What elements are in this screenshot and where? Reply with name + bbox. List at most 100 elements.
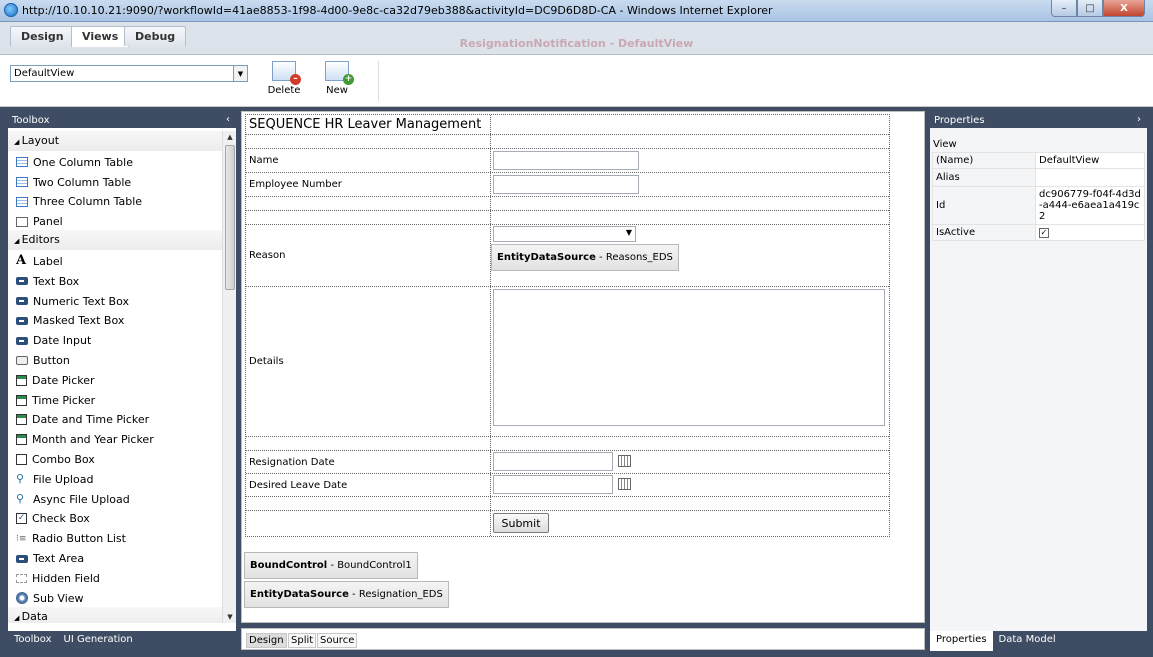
delete-label: Delete (267, 85, 301, 96)
toolbox-item[interactable]: One Column Table (8, 151, 222, 171)
tab-properties[interactable]: Properties (930, 631, 993, 651)
reasons-datasource-control[interactable]: EntityDataSource - Reasons_EDS (491, 244, 679, 271)
property-value[interactable]: ✓ (1035, 224, 1145, 241)
window-title-bar: http://10.10.10.21:9090/?workflowId=41ae… (0, 0, 1153, 22)
bound-control[interactable]: BoundControl - BoundControl1 (244, 552, 418, 579)
property-row: Id dc906779-f04f-4d3d-a444-e6aea1a419c2 (932, 186, 1145, 225)
textbox-icon (16, 336, 28, 345)
toolbox-group[interactable]: ◢ Layout (8, 131, 222, 151)
view-select-value: DefaultView (14, 68, 75, 79)
details-label: Details (246, 287, 491, 436)
tab-views[interactable]: Views (71, 26, 130, 47)
property-value[interactable]: dc906779-f04f-4d3d-a444-e6aea1a419c2 (1035, 186, 1145, 225)
resignation-date-input[interactable] (493, 452, 613, 471)
dropdown-arrow-icon: ▼ (625, 228, 632, 237)
employee-number-input[interactable] (493, 175, 639, 194)
form-spacer-row (246, 437, 889, 451)
bound-control-type: BoundControl (250, 560, 328, 571)
tab-canvas-source[interactable]: Source (317, 633, 358, 648)
toolbox-item[interactable]: Two Column Table (8, 171, 222, 191)
panel-icon (16, 216, 28, 227)
toolbox-item[interactable]: Date and Time Picker (8, 409, 222, 429)
toolbox-item-label: Date and Time Picker (32, 413, 150, 427)
gear-icon (16, 592, 28, 605)
details-textarea[interactable] (493, 289, 885, 426)
view-select[interactable]: DefaultView ▼ (10, 65, 248, 82)
close-button[interactable]: X (1103, 0, 1145, 17)
tab-ui-generation[interactable]: UI Generation (58, 631, 139, 651)
toolbox-item[interactable]: Date Input (8, 329, 222, 349)
scroll-down-icon[interactable]: ▼ (223, 611, 237, 623)
tab-design[interactable]: Design (10, 26, 75, 46)
property-value[interactable]: DefaultView (1035, 152, 1145, 169)
toolbox-item[interactable]: Three Column Table (8, 191, 222, 211)
property-row: Alias (932, 168, 1145, 187)
toolbox-item[interactable]: Text Area (8, 547, 222, 567)
toolbox-item[interactable]: Sub View (8, 587, 222, 607)
toolbox-item[interactable]: Button (8, 349, 222, 369)
tab-canvas-design[interactable]: Design (246, 633, 287, 648)
maximize-button[interactable]: □ (1077, 0, 1103, 17)
toolbox-item[interactable]: Panel (8, 210, 222, 230)
toolbox-group[interactable]: ◢ Data (8, 606, 222, 623)
toolbox-item[interactable]: Text Box (8, 270, 222, 290)
toolbox-item-label: Time Picker (32, 393, 96, 407)
toolbox-item[interactable]: Masked Text Box (8, 310, 222, 330)
textbox-icon (16, 554, 28, 563)
toolbox-group-label: Editors (21, 233, 60, 247)
toolbox-item-label: Radio Button List (32, 532, 126, 546)
upload-icon: ⚲ (16, 492, 25, 506)
minimize-button[interactable]: – (1051, 0, 1077, 17)
submit-button[interactable]: Submit (493, 513, 549, 533)
datasource-name: - Reasons_EDS (595, 252, 673, 263)
toolbox-scrollbar[interactable]: ▲ ▼ (222, 131, 236, 623)
property-value[interactable] (1035, 168, 1145, 187)
expand-properties-icon[interactable]: › (1137, 114, 1141, 125)
tab-data-model[interactable]: Data Model (993, 631, 1062, 651)
toolbox-item[interactable]: Month and Year Picker (8, 428, 222, 448)
tab-canvas-split[interactable]: Split (288, 633, 317, 648)
toolbox-item[interactable]: Date Picker (8, 369, 222, 389)
canvas-view-tabs: Design Split Source (241, 628, 925, 650)
calendar-icon[interactable] (618, 455, 631, 467)
toolbox-item-label: Numeric Text Box (33, 294, 129, 308)
properties-bottom-tabs: Properties Data Model (930, 631, 1147, 651)
toolbox-item-label: Combo Box (32, 453, 95, 467)
toolbox-item[interactable]: ⚲ File Upload (8, 468, 222, 488)
delete-view-button[interactable]: – Delete (266, 61, 302, 96)
desired-leave-date-input[interactable] (493, 475, 613, 494)
calendar-icon (16, 414, 27, 426)
reason-dropdown[interactable]: ▼ (493, 226, 636, 242)
toolbox-group[interactable]: ◢ Editors (8, 230, 222, 251)
isactive-checkbox[interactable]: ✓ (1039, 228, 1049, 238)
toolbox-item-label: One Column Table (33, 155, 133, 169)
toolbox-item[interactable]: Hidden Field (8, 567, 222, 587)
toolbox-item[interactable]: ✓ Check Box (8, 508, 222, 528)
collapse-toolbox-icon[interactable]: ‹ (226, 114, 230, 125)
property-key: Alias (932, 168, 1036, 187)
desired-leave-date-label: Desired Leave Date (246, 474, 491, 496)
resignation-datasource-control[interactable]: EntityDataSource - Resignation_EDS (244, 581, 449, 608)
toolbox-item[interactable]: Numeric Text Box (8, 290, 222, 310)
tab-toolbox[interactable]: Toolbox (8, 631, 58, 651)
name-input[interactable] (493, 151, 639, 170)
toolbox-item-label: Hidden Field (32, 571, 100, 585)
scroll-up-icon[interactable]: ▲ (223, 131, 237, 143)
tab-debug[interactable]: Debug (124, 26, 187, 46)
upload-icon: ⚲ (16, 472, 25, 486)
textbox-icon (16, 277, 28, 286)
toolbox-item[interactable]: Time Picker (8, 389, 222, 409)
scrollbar-thumb[interactable] (225, 145, 235, 290)
toolbox-item[interactable]: ⚲ Async File Upload (8, 488, 222, 508)
toolbox-item[interactable]: A Label (8, 250, 222, 270)
reason-label: Reason (246, 225, 491, 286)
checkbox-icon: ✓ (16, 513, 27, 525)
toolbox-item-label: Date Input (33, 334, 92, 348)
new-view-button[interactable]: + New (319, 61, 355, 96)
toolbox-item[interactable]: ⁝≡ Radio Button List (8, 527, 222, 547)
toolbox-item[interactable]: Combo Box (8, 448, 222, 468)
calendar-icon[interactable] (618, 478, 631, 490)
datasource-type: EntityDataSource (497, 252, 596, 263)
form-spacer-row (246, 497, 889, 511)
toolbox-item-label: Label (33, 255, 63, 269)
